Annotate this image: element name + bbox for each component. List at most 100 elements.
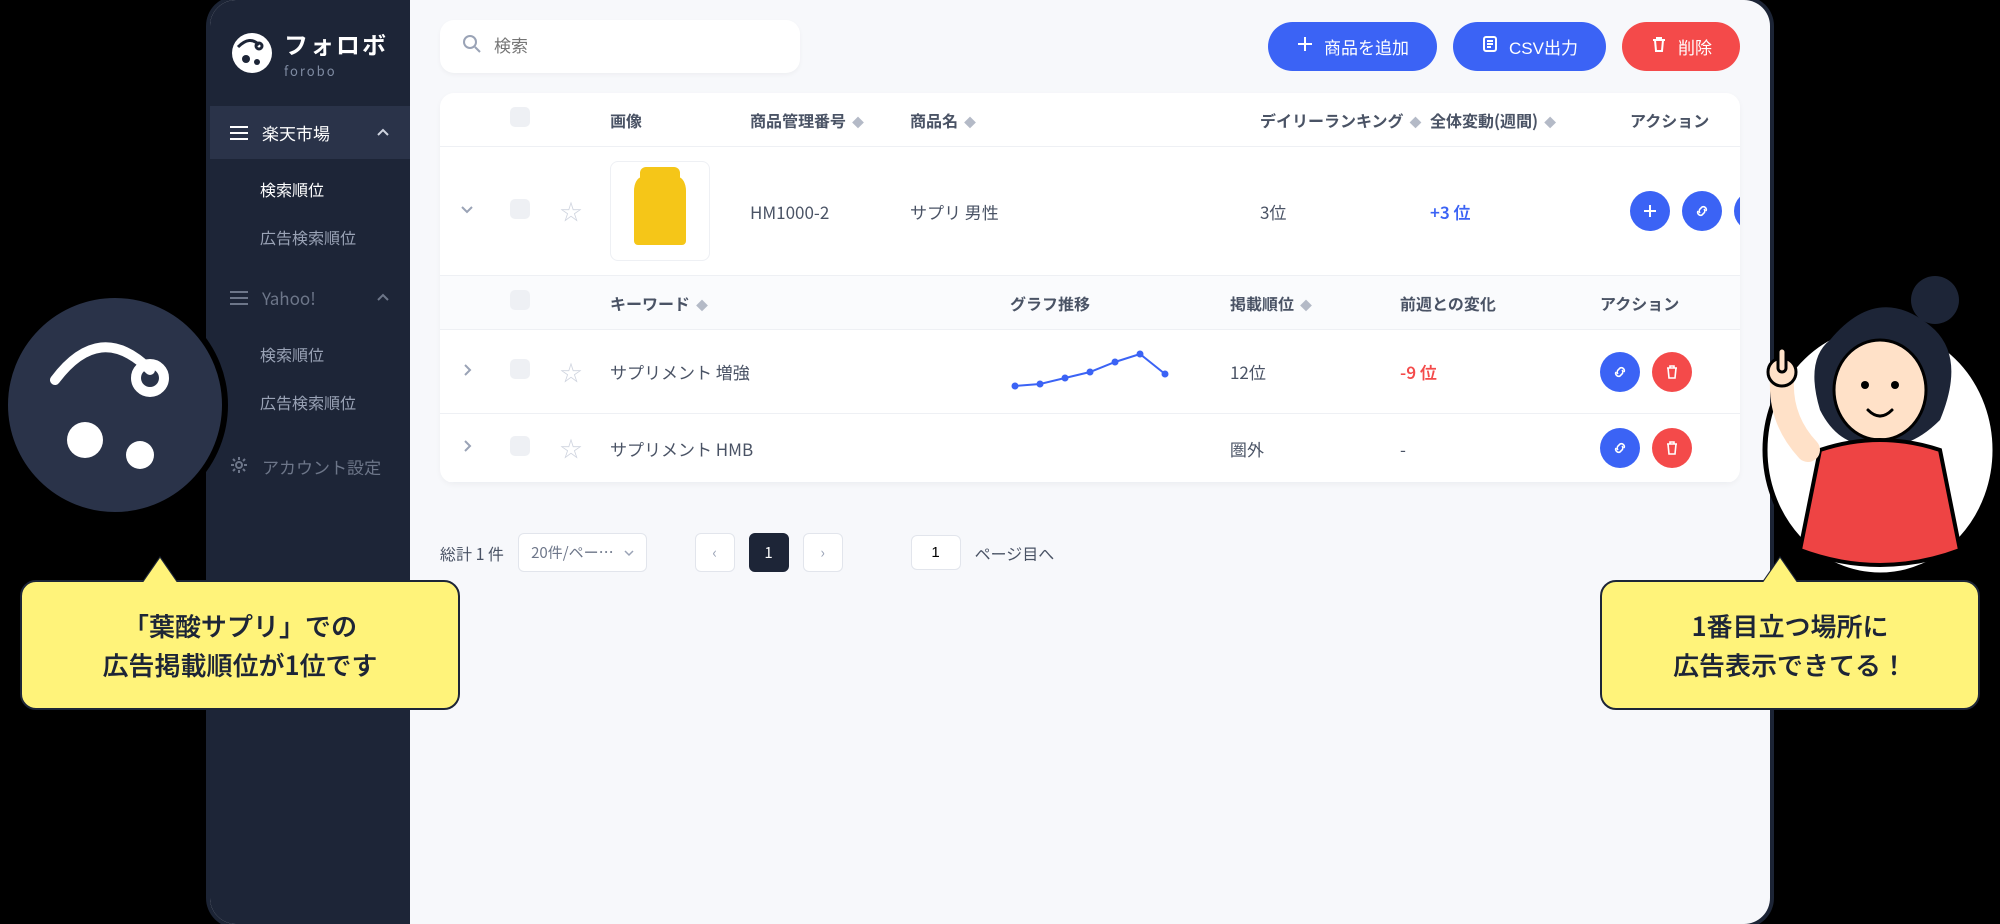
document-icon xyxy=(1481,35,1499,58)
product-daily-rank: 3位 xyxy=(1260,199,1430,224)
pagination-total: 総計 1 件 xyxy=(440,541,504,565)
col-diff: 前週との変化 xyxy=(1400,291,1600,315)
keyword-diff: -9 位 xyxy=(1400,359,1600,384)
star-toggle[interactable]: ☆ xyxy=(560,195,610,227)
sort-icon: ◆ xyxy=(1410,114,1422,131)
product-image xyxy=(610,161,710,261)
chevron-up-icon xyxy=(376,120,390,145)
keyword-actions xyxy=(1600,352,1740,392)
add-product-button[interactable]: 商品を追加 xyxy=(1268,22,1437,71)
star-toggle[interactable]: ☆ xyxy=(560,432,610,464)
keyword-actions xyxy=(1600,428,1740,468)
mascot-left xyxy=(0,290,230,520)
prev-page-button[interactable]: ‹ xyxy=(695,533,735,572)
brand-logo-icon xyxy=(230,31,274,75)
row-checkbox[interactable] xyxy=(510,436,530,456)
row-delete-button[interactable] xyxy=(1652,352,1692,392)
product-row: ☆ HM1000-2 サプリ 男性 3位 +3 位 xyxy=(440,147,1740,276)
mascot-right xyxy=(1760,250,2000,580)
next-page-button[interactable]: › xyxy=(803,533,843,572)
csv-export-button[interactable]: CSV出力 xyxy=(1453,22,1606,71)
sidebar-item-rakuten-search-rank[interactable]: 検索順位 xyxy=(210,165,410,213)
delete-button[interactable]: 削除 xyxy=(1622,22,1740,71)
sidebar: フォロボ forobo 楽天市場 検索順位 広告検索順位 xyxy=(210,0,410,924)
callout-left-line2: 広告掲載順位が1位です xyxy=(56,645,424,684)
product-weekly-change: +3 位 xyxy=(1430,199,1630,224)
product-actions xyxy=(1630,191,1740,231)
list-icon xyxy=(230,120,248,145)
col-sku[interactable]: 商品管理番号◆ xyxy=(750,108,910,132)
search-input[interactable] xyxy=(494,37,778,57)
checkbox-all[interactable] xyxy=(510,107,530,127)
keyword-text: サプリメント HMB xyxy=(610,436,1010,461)
keyword-row: ☆ サプリメント HMB 圏外 - xyxy=(440,414,1740,483)
search-icon xyxy=(462,34,482,59)
col-name[interactable]: 商品名◆ xyxy=(910,108,1260,132)
gear-icon xyxy=(230,454,248,479)
row-link-button[interactable] xyxy=(1600,428,1640,468)
pagination: 総計 1 件 20件/ペー… ‹ 1 › ページ目へ xyxy=(440,533,1740,572)
row-delete-button[interactable] xyxy=(1652,428,1692,468)
callout-right: 1番目立つ場所に 広告表示できてる！ xyxy=(1600,580,1980,710)
trash-icon xyxy=(1650,35,1668,58)
chevron-down-icon xyxy=(624,542,634,563)
per-page-select[interactable]: 20件/ペー… xyxy=(518,533,647,572)
callout-left: 「葉酸サプリ」での 広告掲載順位が1位です xyxy=(20,580,460,710)
row-link-button[interactable] xyxy=(1682,191,1722,231)
sidebar-group-yahoo[interactable]: Yahoo! xyxy=(210,271,410,324)
col-rank[interactable]: 掲載順位◆ xyxy=(1230,291,1400,315)
sidebar-item-yahoo-ad-rank[interactable]: 広告検索順位 xyxy=(210,378,410,426)
chevron-up-icon xyxy=(376,285,390,310)
keyword-table-header: キーワード◆ グラフ推移 掲載順位◆ 前週との変化 アクション xyxy=(440,276,1740,330)
sidebar-group-yahoo-label: Yahoo! xyxy=(262,285,316,310)
keyword-rank: 圏外 xyxy=(1230,436,1400,461)
search-box[interactable] xyxy=(440,20,800,73)
col-image: 画像 xyxy=(610,108,750,132)
page-number-current[interactable]: 1 xyxy=(749,533,789,572)
sidebar-account-settings-label: アカウント設定 xyxy=(262,454,381,479)
product-sku: HM1000-2 xyxy=(750,199,910,224)
sort-icon: ◆ xyxy=(696,297,708,314)
row-checkbox[interactable] xyxy=(510,359,530,379)
row-checkbox[interactable] xyxy=(510,199,530,219)
sort-icon: ◆ xyxy=(964,114,976,131)
sidebar-item-yahoo-search-rank[interactable]: 検索順位 xyxy=(210,330,410,378)
goto-page-label: ページ目へ xyxy=(975,541,1055,565)
goto-page-input[interactable] xyxy=(911,535,961,570)
star-toggle[interactable]: ☆ xyxy=(560,356,610,388)
col-daily-rank[interactable]: デイリーランキング◆ xyxy=(1260,108,1430,132)
product-table-header: 画像 商品管理番号◆ 商品名◆ デイリーランキング◆ 全体変動(週間)◆ アクシ… xyxy=(440,93,1740,147)
main-content: 商品を追加 CSV出力 削除 画像 商品管理番号◆ 商品名◆ デイリーランキング… xyxy=(410,0,1770,924)
brand-name-en: forobo xyxy=(284,61,388,80)
product-table: 画像 商品管理番号◆ 商品名◆ デイリーランキング◆ 全体変動(週間)◆ アクシ… xyxy=(440,93,1740,483)
sort-icon: ◆ xyxy=(1544,114,1556,131)
col-actions: アクション xyxy=(1630,108,1740,132)
keyword-text: サプリメント 増強 xyxy=(610,359,1010,384)
row-delete-button[interactable] xyxy=(1734,191,1740,231)
sidebar-item-account-settings[interactable]: アカウント設定 xyxy=(210,440,410,493)
list-icon xyxy=(230,285,248,310)
sidebar-group-rakuten[interactable]: 楽天市場 xyxy=(210,106,410,159)
product-name: サプリ 男性 xyxy=(910,199,1260,224)
brand-name-jp: フォロボ xyxy=(284,26,388,61)
brand: フォロボ forobo xyxy=(210,0,410,106)
app-frame: フォロボ forobo 楽天市場 検索順位 広告検索順位 xyxy=(210,0,1770,924)
callout-right-line1: 1番目立つ場所に xyxy=(1636,606,1944,645)
keyword-sparkline xyxy=(1010,344,1230,399)
sidebar-item-rakuten-ad-rank[interactable]: 広告検索順位 xyxy=(210,213,410,261)
sort-icon: ◆ xyxy=(852,114,864,131)
col-weekly-change[interactable]: 全体変動(週間)◆ xyxy=(1430,108,1630,132)
col-graph: グラフ推移 xyxy=(1010,291,1230,315)
keyword-row: ☆ サプリメント 増強 12位 -9 位 xyxy=(440,330,1740,414)
col-kw-actions: アクション xyxy=(1600,291,1740,315)
sidebar-group-rakuten-label: 楽天市場 xyxy=(262,120,330,145)
keyword-rank: 12位 xyxy=(1230,359,1400,384)
checkbox-all-keywords[interactable] xyxy=(510,290,530,310)
row-link-button[interactable] xyxy=(1600,352,1640,392)
row-expand-toggle[interactable] xyxy=(460,362,510,382)
row-expand-toggle[interactable] xyxy=(460,201,510,221)
callout-right-line2: 広告表示できてる！ xyxy=(1636,645,1944,684)
row-expand-toggle[interactable] xyxy=(460,438,510,458)
col-keyword[interactable]: キーワード◆ xyxy=(610,291,1010,315)
row-add-button[interactable] xyxy=(1630,191,1670,231)
